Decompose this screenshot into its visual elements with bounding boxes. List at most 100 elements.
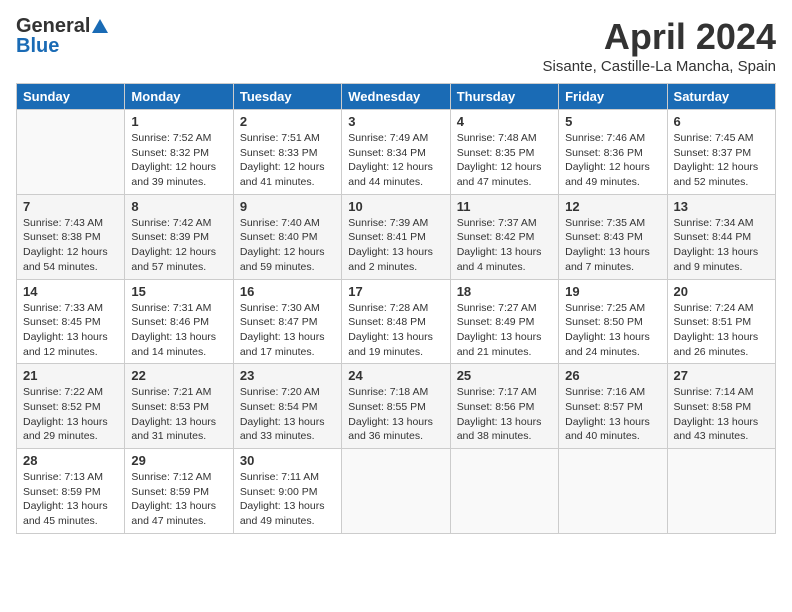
day-info: Sunrise: 7:14 AM Sunset: 8:58 PM Dayligh… — [674, 385, 769, 444]
day-cell: 16 Sunrise: 7:30 AM Sunset: 8:47 PM Dayli… — [233, 279, 341, 364]
day-cell: 17Sunrise: 7:28 AM Sunset: 8:48 PM Dayli… — [342, 279, 450, 364]
day-cell: 29 Sunrise: 7:12 AM Sunset: 8:59 PM Dayli… — [125, 449, 233, 534]
day-cell: 30Sunrise: 7:11 AM Sunset: 9:00 PM Dayli… — [233, 449, 341, 534]
header: General Blue April 2024 Sisante, Castill… — [16, 16, 776, 75]
day-cell: 2 Sunrise: 7:51 AM Sunset: 8:33 PM Daylig… — [233, 110, 341, 195]
day-cell — [559, 449, 667, 534]
day-info: Sunrise: 7:18 AM Sunset: 8:55 PM Dayligh… — [348, 385, 443, 444]
day-info: Sunrise: 7:35 AM Sunset: 8:43 PM Dayligh… — [565, 216, 660, 275]
day-number: 5 — [565, 114, 660, 129]
day-info: Sunrise: 7:12 AM Sunset: 8:59 PM Dayligh… — [131, 470, 226, 529]
day-header-saturday: Saturday — [667, 84, 775, 110]
day-cell: 6 Sunrise: 7:45 AM Sunset: 8:37 PM Daylig… — [667, 110, 775, 195]
day-number: 3 — [348, 114, 443, 129]
day-cell: 3 Sunrise: 7:49 AM Sunset: 8:34 PM Daylig… — [342, 110, 450, 195]
day-header-thursday: Thursday — [450, 84, 558, 110]
day-cell: 26Sunrise: 7:16 AM Sunset: 8:57 PM Dayli… — [559, 364, 667, 449]
day-number: 18 — [457, 284, 552, 299]
day-cell: 5 Sunrise: 7:46 AM Sunset: 8:36 PM Daylig… — [559, 110, 667, 195]
week-row-4: 21Sunrise: 7:22 AM Sunset: 8:52 PM Dayli… — [17, 364, 776, 449]
logo: General Blue — [16, 16, 108, 56]
calendar-body: 1Sunrise: 7:52 AM Sunset: 8:32 PM Daylig… — [17, 110, 776, 534]
header-row: SundayMondayTuesdayWednesdayThursdayFrid… — [17, 84, 776, 110]
day-info: Sunrise: 7:20 AM Sunset: 8:54 PM Dayligh… — [240, 385, 335, 444]
day-cell: 15 Sunrise: 7:31 AM Sunset: 8:46 PM Dayli… — [125, 279, 233, 364]
day-number: 4 — [457, 114, 552, 129]
day-number: 25 — [457, 368, 552, 383]
day-cell: 9 Sunrise: 7:40 AM Sunset: 8:40 PM Daylig… — [233, 194, 341, 279]
month-title: April 2024 — [543, 16, 776, 58]
logo-icon — [92, 19, 108, 33]
day-cell: 13 Sunrise: 7:34 AM Sunset: 8:44 PM Dayli… — [667, 194, 775, 279]
day-number: 11 — [457, 199, 552, 214]
title-area: April 2024 Sisante, Castille-La Mancha, … — [543, 16, 776, 75]
day-cell: 23 Sunrise: 7:20 AM Sunset: 8:54 PM Dayli… — [233, 364, 341, 449]
day-cell — [342, 449, 450, 534]
day-number: 15 — [131, 284, 226, 299]
day-info: Sunrise: 7:16 AM Sunset: 8:57 PM Dayligh… — [565, 385, 660, 444]
day-number: 23 — [240, 368, 335, 383]
day-number: 14 — [23, 284, 118, 299]
day-cell: 21Sunrise: 7:22 AM Sunset: 8:52 PM Dayli… — [17, 364, 125, 449]
day-header-sunday: Sunday — [17, 84, 125, 110]
day-cell: 10 Sunrise: 7:39 AM Sunset: 8:41 PM Dayli… — [342, 194, 450, 279]
day-number: 10 — [348, 199, 443, 214]
day-info: Sunrise: 7:25 AM Sunset: 8:50 PM Dayligh… — [565, 301, 660, 360]
day-info: Sunrise: 7:30 AM Sunset: 8:47 PM Dayligh… — [240, 301, 335, 360]
day-info: Sunrise: 7:31 AM Sunset: 8:46 PM Dayligh… — [131, 301, 226, 360]
week-row-3: 14 Sunrise: 7:33 AM Sunset: 8:45 PM Dayli… — [17, 279, 776, 364]
day-info: Sunrise: 7:34 AM Sunset: 8:44 PM Dayligh… — [674, 216, 769, 275]
day-info: Sunrise: 7:45 AM Sunset: 8:37 PM Dayligh… — [674, 131, 769, 190]
day-info: Sunrise: 7:13 AM Sunset: 8:59 PM Dayligh… — [23, 470, 118, 529]
day-number: 29 — [131, 453, 226, 468]
day-number: 13 — [674, 199, 769, 214]
day-number: 8 — [131, 199, 226, 214]
day-number: 16 — [240, 284, 335, 299]
day-number: 9 — [240, 199, 335, 214]
day-cell: 28 Sunrise: 7:13 AM Sunset: 8:59 PM Dayli… — [17, 449, 125, 534]
day-cell: 27 Sunrise: 7:14 AM Sunset: 8:58 PM Dayli… — [667, 364, 775, 449]
day-info: Sunrise: 7:43 AM Sunset: 8:38 PM Dayligh… — [23, 216, 118, 275]
day-cell: 19Sunrise: 7:25 AM Sunset: 8:50 PM Dayli… — [559, 279, 667, 364]
day-info: Sunrise: 7:22 AM Sunset: 8:52 PM Dayligh… — [23, 385, 118, 444]
day-info: Sunrise: 7:33 AM Sunset: 8:45 PM Dayligh… — [23, 301, 118, 360]
day-info: Sunrise: 7:46 AM Sunset: 8:36 PM Dayligh… — [565, 131, 660, 190]
day-number: 7 — [23, 199, 118, 214]
day-info: Sunrise: 7:39 AM Sunset: 8:41 PM Dayligh… — [348, 216, 443, 275]
day-info: Sunrise: 7:24 AM Sunset: 8:51 PM Dayligh… — [674, 301, 769, 360]
week-row-2: 7 Sunrise: 7:43 AM Sunset: 8:38 PM Daylig… — [17, 194, 776, 279]
day-cell: 1Sunrise: 7:52 AM Sunset: 8:32 PM Daylig… — [125, 110, 233, 195]
calendar-table: SundayMondayTuesdayWednesdayThursdayFrid… — [16, 83, 776, 534]
day-info: Sunrise: 7:49 AM Sunset: 8:34 PM Dayligh… — [348, 131, 443, 190]
day-cell: 12 Sunrise: 7:35 AM Sunset: 8:43 PM Dayli… — [559, 194, 667, 279]
day-info: Sunrise: 7:37 AM Sunset: 8:42 PM Dayligh… — [457, 216, 552, 275]
day-number: 2 — [240, 114, 335, 129]
day-number: 6 — [674, 114, 769, 129]
day-number: 30 — [240, 453, 335, 468]
day-number: 27 — [674, 368, 769, 383]
day-number: 22 — [131, 368, 226, 383]
week-row-1: 1Sunrise: 7:52 AM Sunset: 8:32 PM Daylig… — [17, 110, 776, 195]
day-info: Sunrise: 7:52 AM Sunset: 8:32 PM Dayligh… — [131, 131, 226, 190]
day-header-wednesday: Wednesday — [342, 84, 450, 110]
day-number: 28 — [23, 453, 118, 468]
day-cell: 18 Sunrise: 7:27 AM Sunset: 8:49 PM Dayli… — [450, 279, 558, 364]
day-info: Sunrise: 7:51 AM Sunset: 8:33 PM Dayligh… — [240, 131, 335, 190]
day-number: 17 — [348, 284, 443, 299]
day-header-friday: Friday — [559, 84, 667, 110]
day-info: Sunrise: 7:27 AM Sunset: 8:49 PM Dayligh… — [457, 301, 552, 360]
day-info: Sunrise: 7:17 AM Sunset: 8:56 PM Dayligh… — [457, 385, 552, 444]
calendar-header: SundayMondayTuesdayWednesdayThursdayFrid… — [17, 84, 776, 110]
day-info: Sunrise: 7:21 AM Sunset: 8:53 PM Dayligh… — [131, 385, 226, 444]
logo-blue: Blue — [16, 36, 108, 56]
day-cell: 7 Sunrise: 7:43 AM Sunset: 8:38 PM Daylig… — [17, 194, 125, 279]
day-cell — [17, 110, 125, 195]
day-cell: 24Sunrise: 7:18 AM Sunset: 8:55 PM Dayli… — [342, 364, 450, 449]
day-cell — [667, 449, 775, 534]
day-cell: 14 Sunrise: 7:33 AM Sunset: 8:45 PM Dayli… — [17, 279, 125, 364]
day-number: 20 — [674, 284, 769, 299]
day-number: 12 — [565, 199, 660, 214]
day-info: Sunrise: 7:40 AM Sunset: 8:40 PM Dayligh… — [240, 216, 335, 275]
day-info: Sunrise: 7:48 AM Sunset: 8:35 PM Dayligh… — [457, 131, 552, 190]
day-cell: 4 Sunrise: 7:48 AM Sunset: 8:35 PM Daylig… — [450, 110, 558, 195]
